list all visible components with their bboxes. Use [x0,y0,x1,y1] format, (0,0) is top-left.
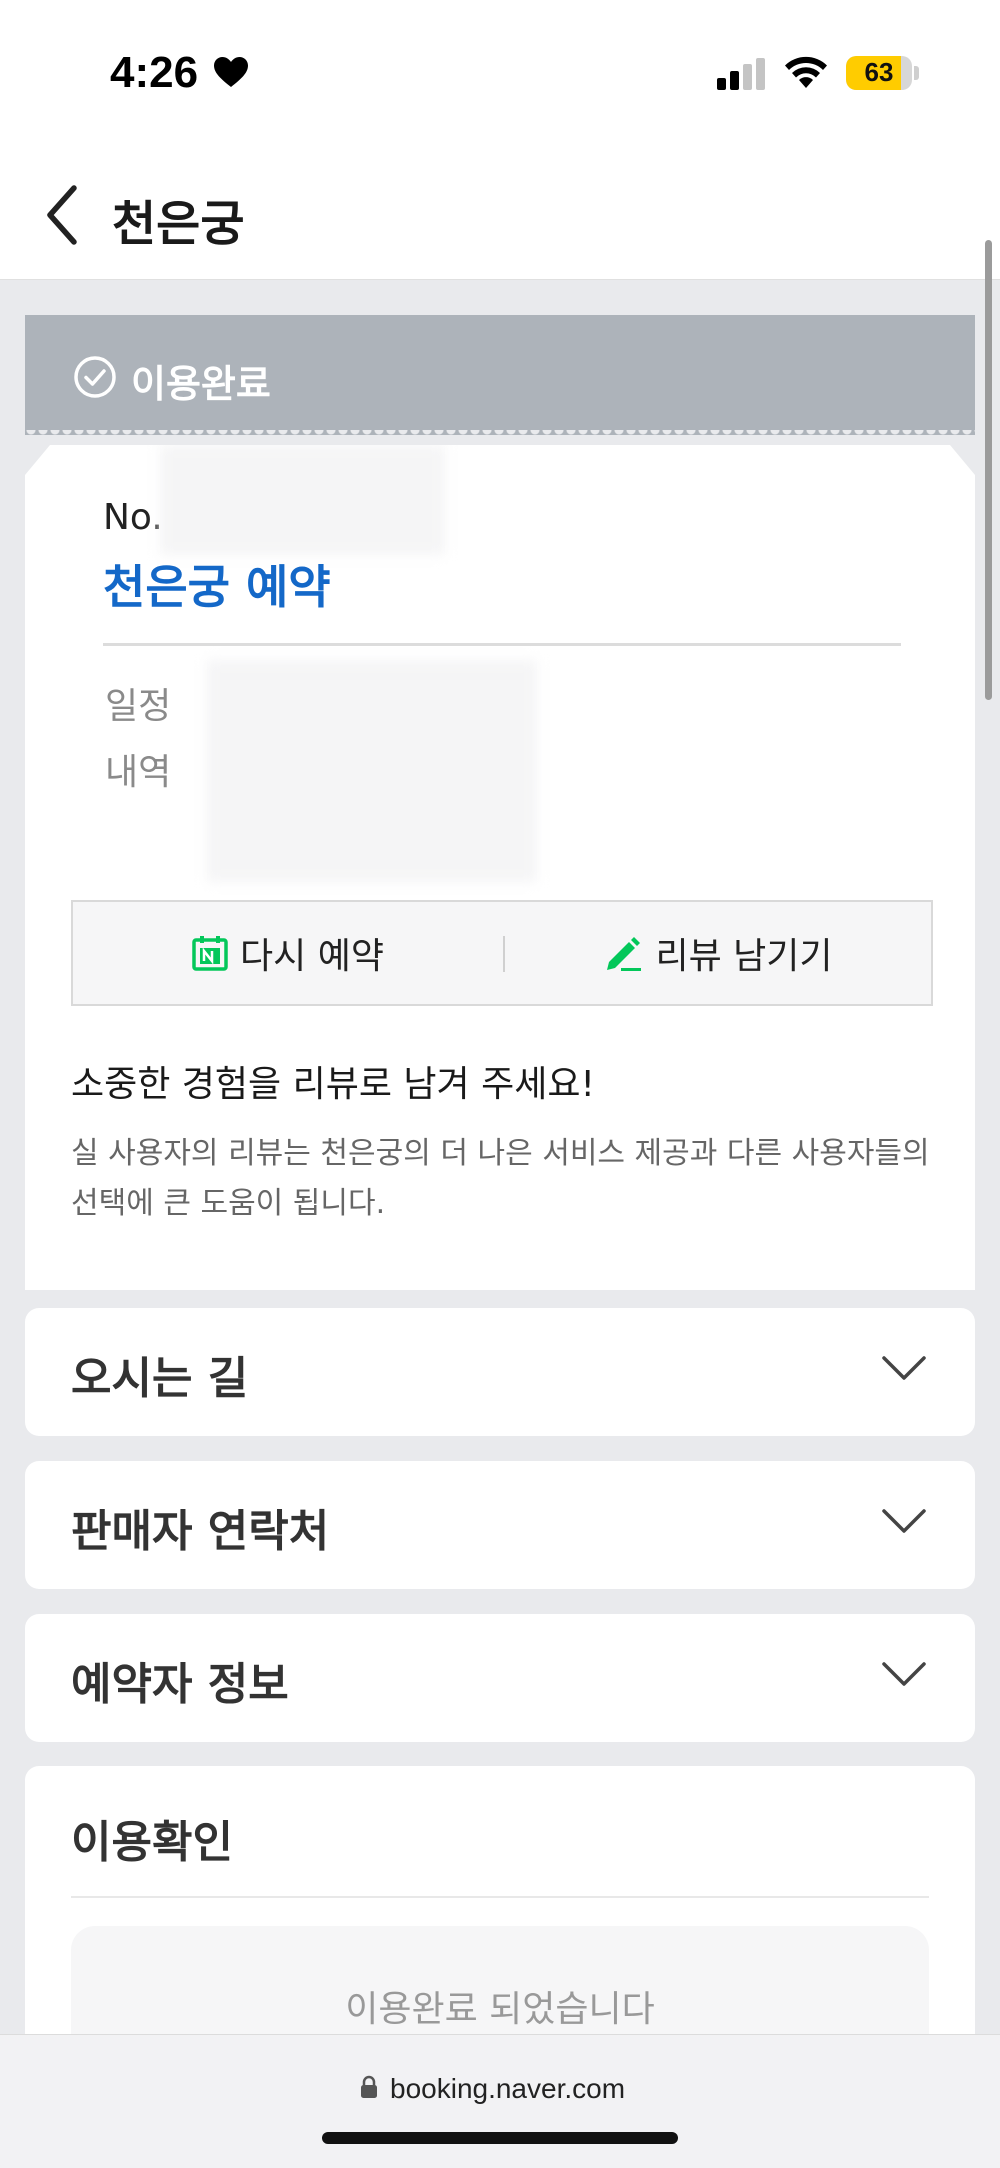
chevron-down-icon [882,1509,926,1533]
naver-calendar-icon [192,936,228,971]
status-time: 4:26 [110,48,199,97]
confirm-divider [71,1896,929,1898]
rebook-label: 다시 예약 [240,936,384,977]
redacted-reservation-number [160,445,445,555]
scrollbar[interactable] [985,240,992,700]
rebook-button[interactable]: 다시 예약 [73,902,503,1004]
schedule-label: 일정 [105,686,172,727]
lock-icon [361,2075,377,2098]
url-text[interactable]: booking.naver.com [390,2073,625,2105]
directions-label: 오시는 길 [71,1353,249,1404]
battery-level: 63 [864,57,894,87]
pencil-icon [607,937,642,971]
details-label: 내역 [105,752,172,793]
back-button[interactable] [40,182,90,248]
chevron-down-icon [882,1356,926,1380]
card-divider [103,643,901,646]
seller-contact-section[interactable]: 판매자 연락처 [25,1461,975,1589]
reservation-card: No. 천은궁 예약 일정 내역 다시 예약 리뷰 남기기 소중한 경험을 리뷰… [25,445,975,1290]
booker-info-section[interactable]: 예약자 정보 [25,1614,975,1742]
write-review-label: 리뷰 남기기 [655,936,833,977]
status-bar: 4:26 63 [0,0,1000,150]
ticket-perforation [25,430,975,440]
browser-address-bar[interactable]: booking.naver.com [0,2034,1000,2168]
reservation-title[interactable]: 천은궁 예약 [103,551,331,617]
check-circle-icon [74,356,116,398]
redacted-reservation-details [207,660,537,882]
page-header: 천은궁 [0,150,1000,280]
chevron-down-icon [882,1662,926,1686]
usage-confirm-title: 이용확인 [71,1817,233,1868]
reservation-number-prefix: No. [103,497,163,538]
usage-confirm-message: 이용완료 되었습니다 [345,1989,655,2030]
directions-section[interactable]: 오시는 길 [25,1308,975,1436]
status-label: 이용완료 [131,362,271,406]
battery-indicator: 63 [846,56,912,90]
review-prompt-title: 소중한 경험을 리뷰로 남겨 주세요! [71,1064,595,1105]
write-review-button[interactable]: 리뷰 남기기 [503,902,933,1004]
cellular-signal-icon [717,58,765,90]
booker-info-label: 예약자 정보 [71,1659,289,1710]
home-indicator[interactable] [322,2132,678,2144]
status-banner: 이용완료 [25,315,975,435]
wifi-icon [785,56,827,88]
seller-contact-label: 판매자 연락처 [71,1506,330,1557]
heart-icon [214,57,248,87]
page-title: 천은궁 [112,196,245,252]
action-bar: 다시 예약 리뷰 남기기 [71,900,933,1006]
battery-nub [914,66,919,80]
review-prompt-description: 실 사용자의 리뷰는 천은궁의 더 나은 서비스 제공과 다른 사용자들의 선택… [71,1136,930,1221]
